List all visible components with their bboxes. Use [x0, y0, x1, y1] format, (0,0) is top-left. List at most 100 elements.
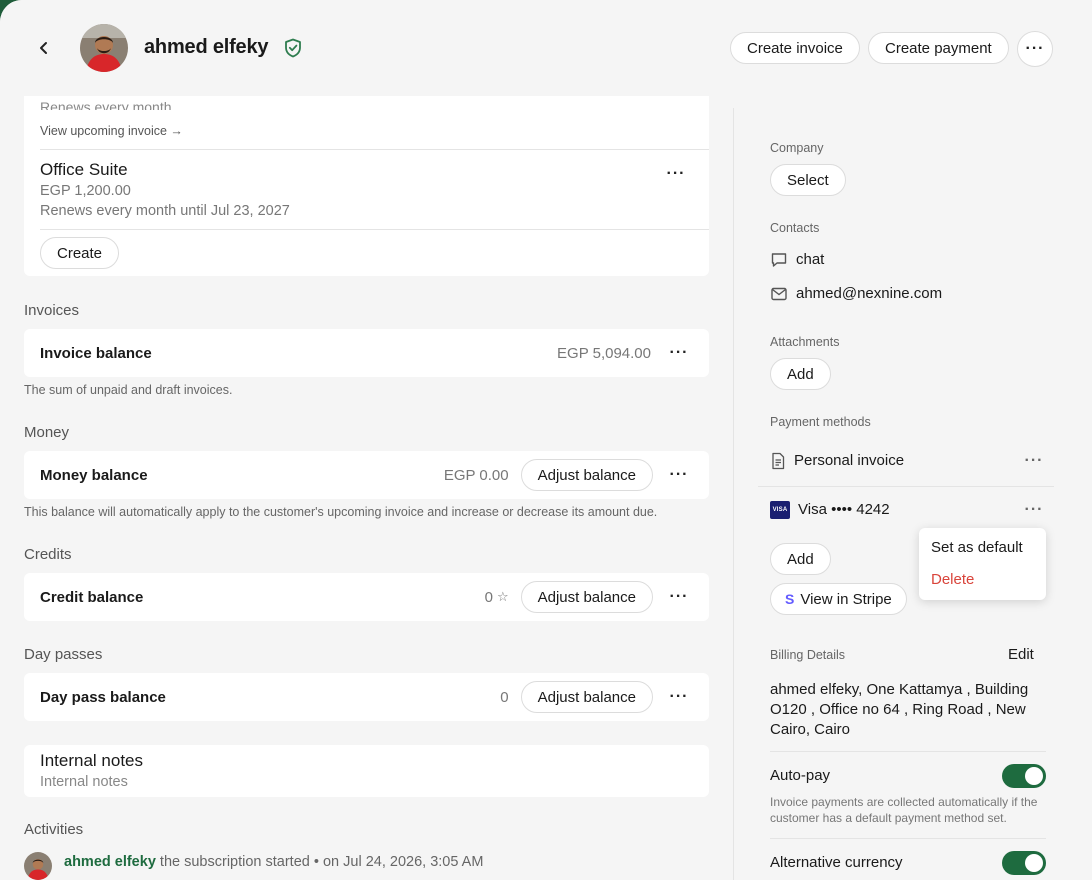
payment-method-more-button[interactable]: ···: [1020, 447, 1048, 475]
create-invoice-button[interactable]: Create invoice: [730, 32, 860, 64]
subscriptions-card: Renews every month View upcoming invoice…: [24, 96, 709, 276]
star-icon: ☆: [496, 589, 509, 604]
create-payment-button[interactable]: Create payment: [868, 32, 1009, 64]
invoice-balance-helper: The sum of unpaid and draft invoices.: [24, 383, 233, 397]
view-in-stripe-button[interactable]: S View in Stripe: [770, 583, 907, 615]
payment-method-name: Personal invoice: [794, 452, 905, 469]
credit-balance-row: Credit balance 0 ☆ Adjust balance ···: [24, 573, 709, 621]
money-balance-more-button[interactable]: ···: [665, 461, 693, 489]
autopay-helper: Invoice payments are collected automatic…: [770, 795, 1038, 825]
contacts-label: Contacts: [770, 221, 820, 235]
customer-name: ahmed elfeky: [144, 36, 269, 58]
day-passes-section-title: Day passes: [24, 646, 103, 663]
chat-icon: [771, 253, 787, 267]
payment-method-more-button[interactable]: ···: [1020, 496, 1048, 524]
more-horizontal-icon: ···: [666, 165, 686, 182]
money-balance-label: Money balance: [40, 466, 148, 484]
more-horizontal-icon: ···: [669, 688, 689, 705]
set-as-default-menu-item[interactable]: Set as default: [931, 539, 1023, 556]
credit-balance-more-button[interactable]: ···: [665, 583, 693, 611]
money-section-title: Money: [24, 424, 70, 441]
avatar: [24, 852, 52, 880]
credit-balance-label: Credit balance: [40, 588, 144, 606]
internal-notes-title: Internal notes: [40, 751, 144, 770]
payment-method-context-menu: Set as default Delete: [919, 528, 1046, 600]
billing-address: ahmed elfeky, One Kattamya , Building O1…: [770, 681, 1029, 738]
day-pass-balance-row: Day pass balance 0 Adjust balance ···: [24, 673, 709, 721]
billing-details-label: Billing Details: [770, 648, 846, 662]
company-label: Company: [770, 141, 824, 155]
more-horizontal-icon: ···: [1025, 40, 1045, 57]
invoice-balance-label: Invoice balance: [40, 344, 152, 362]
payment-methods-label: Payment methods: [770, 415, 871, 429]
divider: [770, 838, 1046, 839]
payment-method-personal-invoice[interactable]: Personal invoice ···: [758, 437, 1088, 485]
more-horizontal-icon: ···: [669, 466, 689, 483]
money-balance-value: EGP 0.00: [443, 466, 509, 484]
alternative-currency-label: Alternative currency: [770, 854, 903, 871]
more-horizontal-icon: ···: [669, 344, 689, 361]
payment-method-visa[interactable]: VISA Visa •••• 4242 ···: [758, 486, 1088, 534]
autopay-toggle[interactable]: [1002, 764, 1046, 788]
payment-method-card: Visa •••• 4242: [798, 501, 890, 518]
invoice-balance-row: Invoice balance EGP 5,094.00 ···: [24, 329, 709, 377]
stripe-icon: S: [785, 591, 795, 607]
mail-icon: [771, 287, 787, 301]
money-balance-row: Money balance EGP 0.00 Adjust balance ··…: [24, 451, 709, 499]
activities-section-title: Activities: [24, 821, 84, 838]
back-button[interactable]: [30, 34, 58, 62]
invoices-section-title: Invoices: [24, 302, 80, 319]
invoice-balance-more-button[interactable]: ···: [665, 339, 693, 367]
create-subscription-button[interactable]: Create: [40, 237, 120, 269]
attachments-label: Attachments: [770, 335, 840, 349]
details-sidebar: Company Select Contacts chat ahmed@nexni…: [734, 96, 1092, 880]
activity-item: ahmed elfeky the subscription started • …: [24, 852, 714, 880]
divider: [40, 149, 709, 150]
more-horizontal-icon: ···: [1024, 452, 1044, 469]
invoice-balance-value: EGP 5,094.00: [557, 344, 651, 362]
money-balance-helper: This balance will automatically apply to…: [24, 505, 658, 519]
subscription-renewal: Renews every month until Jul 23, 2027: [40, 203, 290, 219]
divider: [40, 229, 709, 230]
day-pass-balance-value: 0: [500, 688, 509, 706]
more-horizontal-icon: ···: [669, 588, 689, 605]
activity-user-link[interactable]: ahmed elfeky: [64, 854, 156, 870]
contact-chat-link[interactable]: chat: [796, 251, 824, 268]
contact-email-link[interactable]: ahmed@nexnine.com: [796, 285, 942, 302]
company-select-button[interactable]: Select: [770, 164, 846, 196]
avatar: [80, 24, 128, 72]
add-attachment-button[interactable]: Add: [770, 358, 831, 390]
activity-date: on Jul 24, 2026, 3:05 AM: [322, 854, 484, 870]
more-horizontal-icon: ···: [1024, 501, 1044, 518]
shield-check-icon: [285, 38, 301, 58]
view-upcoming-invoice-link[interactable]: View upcoming invoice →: [40, 124, 183, 138]
adjust-credit-balance-button[interactable]: Adjust balance: [520, 581, 653, 613]
subscription-more-button[interactable]: ···: [662, 160, 690, 188]
subscription-renew-text: Renews every month: [40, 100, 172, 110]
credit-balance-value: 0: [484, 588, 493, 606]
credits-section-title: Credits: [24, 546, 72, 563]
bullet-separator: •: [313, 854, 319, 870]
visa-card-icon: VISA: [770, 501, 790, 519]
main-content: Renews every month View upcoming invoice…: [0, 96, 733, 880]
add-payment-method-button[interactable]: Add: [770, 543, 831, 575]
internal-notes-card[interactable]: Internal notes Internal notes: [24, 745, 709, 797]
alternative-currency-toggle[interactable]: [1002, 851, 1046, 875]
internal-notes-input[interactable]: Internal notes: [40, 774, 128, 790]
adjust-day-pass-balance-button[interactable]: Adjust balance: [520, 681, 653, 713]
edit-billing-details-button[interactable]: Edit: [1008, 646, 1034, 663]
delete-menu-item[interactable]: Delete: [931, 571, 974, 588]
subscription-price: EGP 1,200.00: [40, 183, 131, 199]
adjust-money-balance-button[interactable]: Adjust balance: [520, 459, 653, 491]
document-icon: [772, 452, 785, 470]
day-pass-balance-label: Day pass balance: [40, 688, 166, 706]
activity-text: the subscription started: [159, 854, 310, 870]
chevron-left-icon: [40, 42, 47, 54]
more-actions-button[interactable]: ···: [1017, 31, 1053, 67]
customer-header: ahmed elfeky Create invoice Create payme…: [0, 0, 1092, 96]
divider: [770, 751, 1046, 752]
day-pass-balance-more-button[interactable]: ···: [665, 683, 693, 711]
autopay-label: Auto-pay: [770, 767, 831, 784]
subscription-name: Office Suite: [40, 160, 128, 179]
view-in-stripe-label: View in Stripe: [800, 590, 892, 608]
